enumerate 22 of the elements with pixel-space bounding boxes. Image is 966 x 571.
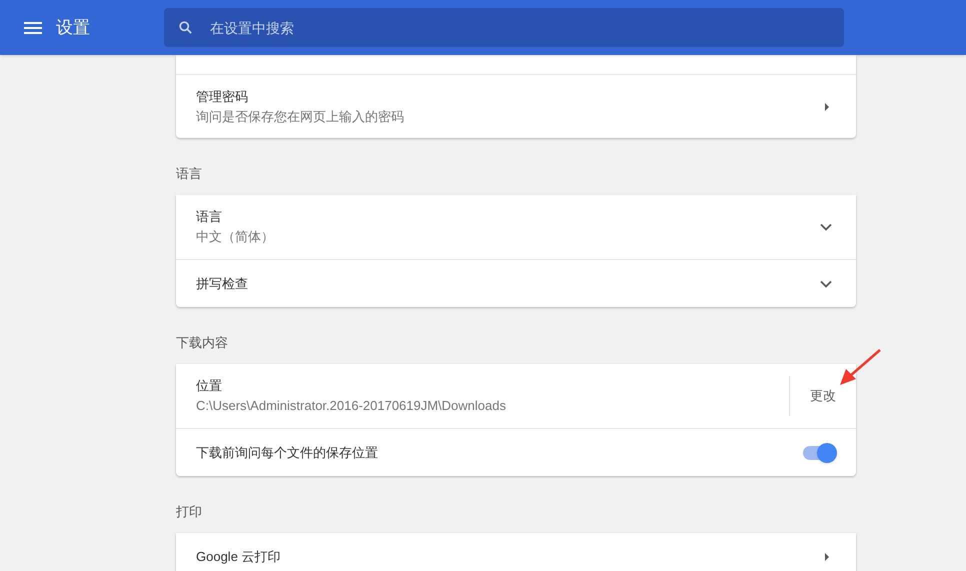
row-title: 管理密码	[196, 88, 249, 106]
change-button[interactable]: 更改	[810, 386, 836, 406]
row-title: 拼写检查	[196, 274, 249, 292]
section-heading: 打印	[176, 504, 202, 519]
arrow-right-icon[interactable]	[824, 102, 830, 112]
section-heading: 下载内容	[176, 335, 228, 350]
row-title: 语言	[196, 208, 223, 226]
row-title: 位置	[196, 377, 223, 395]
menu-icon[interactable]	[24, 22, 42, 34]
section-heading: 语言	[176, 166, 202, 181]
row-title: Google 云打印	[196, 548, 282, 566]
row-subtitle: C:\Users\Administrator.2016-20170619JM\Downloads	[196, 397, 507, 415]
chevron-down-icon[interactable]	[820, 223, 832, 231]
page-title: 设置	[56, 16, 91, 39]
row-subtitle: 中文（简体）	[196, 228, 275, 246]
toggle-switch[interactable]	[803, 446, 835, 460]
search-field[interactable]: 在设置中搜索	[164, 8, 844, 47]
chevron-down-icon[interactable]	[820, 280, 832, 288]
row-subtitle: 询问是否保存您在网页上输入的密码	[196, 108, 405, 126]
search-icon	[178, 20, 193, 35]
arrow-right-icon[interactable]	[824, 552, 830, 562]
row-title: 下载前询问每个文件的保存位置	[196, 444, 379, 462]
